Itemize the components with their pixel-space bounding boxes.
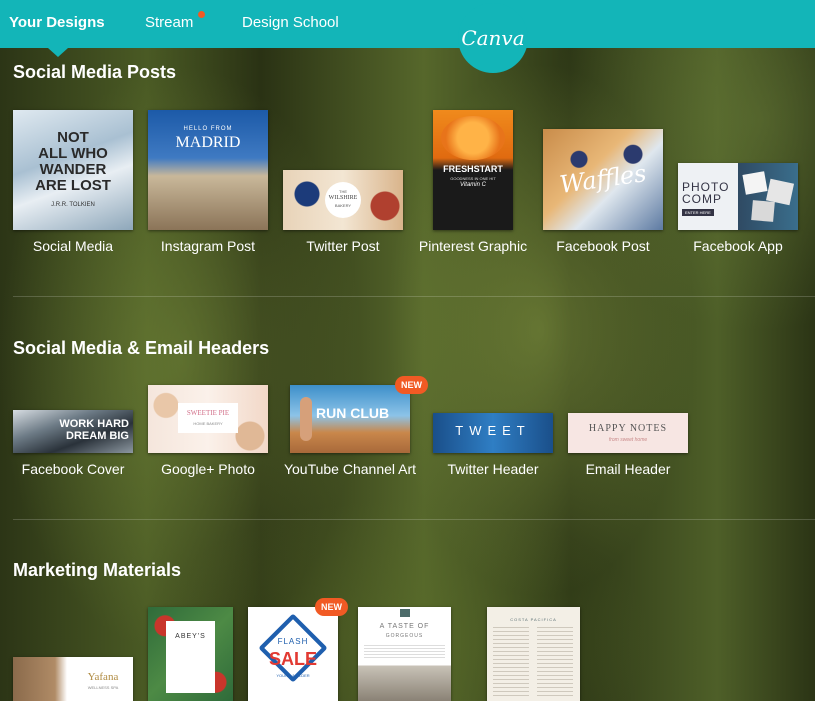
photo-card xyxy=(751,200,775,222)
thumb-small-text: COSTA PACIFICA xyxy=(510,617,557,622)
thumb-line: DREAM BIG xyxy=(66,430,129,442)
thumb-caption: J.R.R. TOLKIEN xyxy=(51,202,95,208)
thumb-small-text: YOUNG & OLDER xyxy=(276,673,310,678)
thumb-label-card xyxy=(166,621,215,693)
item-label: Social Media xyxy=(32,238,114,254)
section-title-headers: Social Media & Email Headers xyxy=(13,338,270,358)
thumb-title: SWEETIE PIE xyxy=(186,409,230,417)
thumb-title: ABEY'S xyxy=(175,633,206,640)
item-label: Facebook Cover xyxy=(21,461,125,477)
menu-column xyxy=(493,627,529,697)
thumb-title: WILSHIRE xyxy=(328,195,358,201)
item-label: Pinterest Graphic xyxy=(418,238,528,254)
section-divider xyxy=(13,519,815,520)
instagram-post-thumbnail: HELLO FROM MADRID xyxy=(148,110,268,230)
item-label: YouTube Channel Art xyxy=(283,461,417,477)
thumb-small-text: ENTER HERE xyxy=(682,209,714,216)
thumb-title: TWEET xyxy=(455,423,531,438)
thumb-title: RUN CLUB xyxy=(316,405,390,421)
thumb-line: FLASH xyxy=(277,637,309,646)
facebook-cover-thumbnail: WORK HARD DREAM BIG xyxy=(13,410,133,453)
pinterest-graphic-thumbnail: FRESHSTART GOODNESS IN ONE HIT Vitamin C xyxy=(433,110,513,230)
facebook-app-thumbnail: PHOTO COMP ENTER HERE xyxy=(678,163,798,230)
thumb-label-card xyxy=(178,403,238,433)
item-label: Twitter Header xyxy=(447,461,539,477)
thumb-small-text: from sweet home xyxy=(608,437,648,443)
stream-notification-dot xyxy=(198,11,205,18)
abeys-thumbnail: ABEY'S xyxy=(148,607,233,701)
google-plus-photo-thumbnail: SWEETIE PIE HOME BAKERY xyxy=(148,385,268,453)
thumb-title: Waffles xyxy=(557,159,649,199)
taste-of-gorgeous-thumbnail: A TASTE OF GORGEOUS xyxy=(358,607,451,701)
new-badge: NEW xyxy=(315,598,348,616)
thumb-small-text: HELLO FROM xyxy=(183,126,233,132)
section-divider xyxy=(13,296,815,297)
nav-your-designs[interactable]: Your Designs xyxy=(9,14,105,31)
thumb-line: SALE xyxy=(268,649,317,669)
new-badge: NEW xyxy=(395,376,428,394)
social-media-thumbnail: NOT ALL WHO WANDER ARE LOST J.R.R. TOLKI… xyxy=(13,110,133,230)
thumb-line: WANDER xyxy=(39,161,107,178)
yafana-thumbnail: Yafana WELLNESS SPA xyxy=(13,657,133,701)
runner-figure xyxy=(300,397,312,441)
section-title-marketing-materials: Marketing Materials xyxy=(13,560,182,580)
top-nav-bar: Your Designs Stream Design School xyxy=(0,0,815,48)
thumb-line: NOT xyxy=(57,129,89,146)
thumb-logo-mark xyxy=(400,609,410,617)
thumb-title: Yafana xyxy=(87,671,119,683)
thumb-small-text: A TASTE OF xyxy=(379,623,430,630)
email-header-thumbnail: HAPPY NOTES from sweet home xyxy=(568,413,688,453)
thumb-line: WORK HARD xyxy=(59,418,129,430)
thumb-caption: Vitamin C xyxy=(460,182,486,188)
active-nav-pointer xyxy=(48,48,68,57)
thumb-title: HAPPY NOTES xyxy=(588,423,668,434)
item-label: Twitter Post xyxy=(306,238,380,254)
nav-stream[interactable]: Stream xyxy=(145,14,193,31)
item-label: Facebook App xyxy=(693,238,783,254)
item-label: Email Header xyxy=(585,461,671,477)
logo-text: Canva xyxy=(461,26,525,50)
orange-slice xyxy=(441,116,505,160)
photo-card xyxy=(742,171,768,195)
nav-design-school[interactable]: Design School xyxy=(242,14,339,31)
thumb-text-lines xyxy=(364,645,445,659)
item-label: Facebook Post xyxy=(556,238,650,254)
thumb-small-text: GOODNESS IN ONE HIT xyxy=(450,176,496,181)
menu-column xyxy=(537,627,573,697)
thumb-small-text: HOME BAKERY xyxy=(193,421,223,426)
canva-logo[interactable]: Canva xyxy=(458,3,528,73)
thumb-caption: GORGEOUS xyxy=(385,633,424,639)
thumb-line: COMP xyxy=(682,192,722,206)
twitter-post-thumbnail: THE WILSHIRE BAKERY xyxy=(283,170,403,230)
costa-pacifica-thumbnail: COSTA PACIFICA xyxy=(487,607,580,701)
item-label: Instagram Post xyxy=(160,238,256,254)
thumb-caption: BAKERY xyxy=(334,203,352,208)
flash-sale-thumbnail: FLASH SALE YOUNG & OLDER xyxy=(248,607,338,701)
thumb-small-text: THE xyxy=(339,189,347,194)
thumb-title: MADRID xyxy=(175,134,241,151)
facebook-post-thumbnail: Waffles xyxy=(543,129,663,230)
thumb-line: ARE LOST xyxy=(35,177,111,194)
section-title-social-media-posts: Social Media Posts xyxy=(13,62,177,82)
thumb-small-text: WELLNESS SPA xyxy=(87,685,119,690)
twitter-header-thumbnail: TWEET xyxy=(433,413,553,453)
thumb-title: FRESHSTART xyxy=(443,164,503,174)
item-label: Google+ Photo xyxy=(161,461,255,477)
thumb-line: ALL WHO xyxy=(38,145,108,162)
youtube-channel-art-thumbnail: RUN CLUB xyxy=(290,385,410,453)
